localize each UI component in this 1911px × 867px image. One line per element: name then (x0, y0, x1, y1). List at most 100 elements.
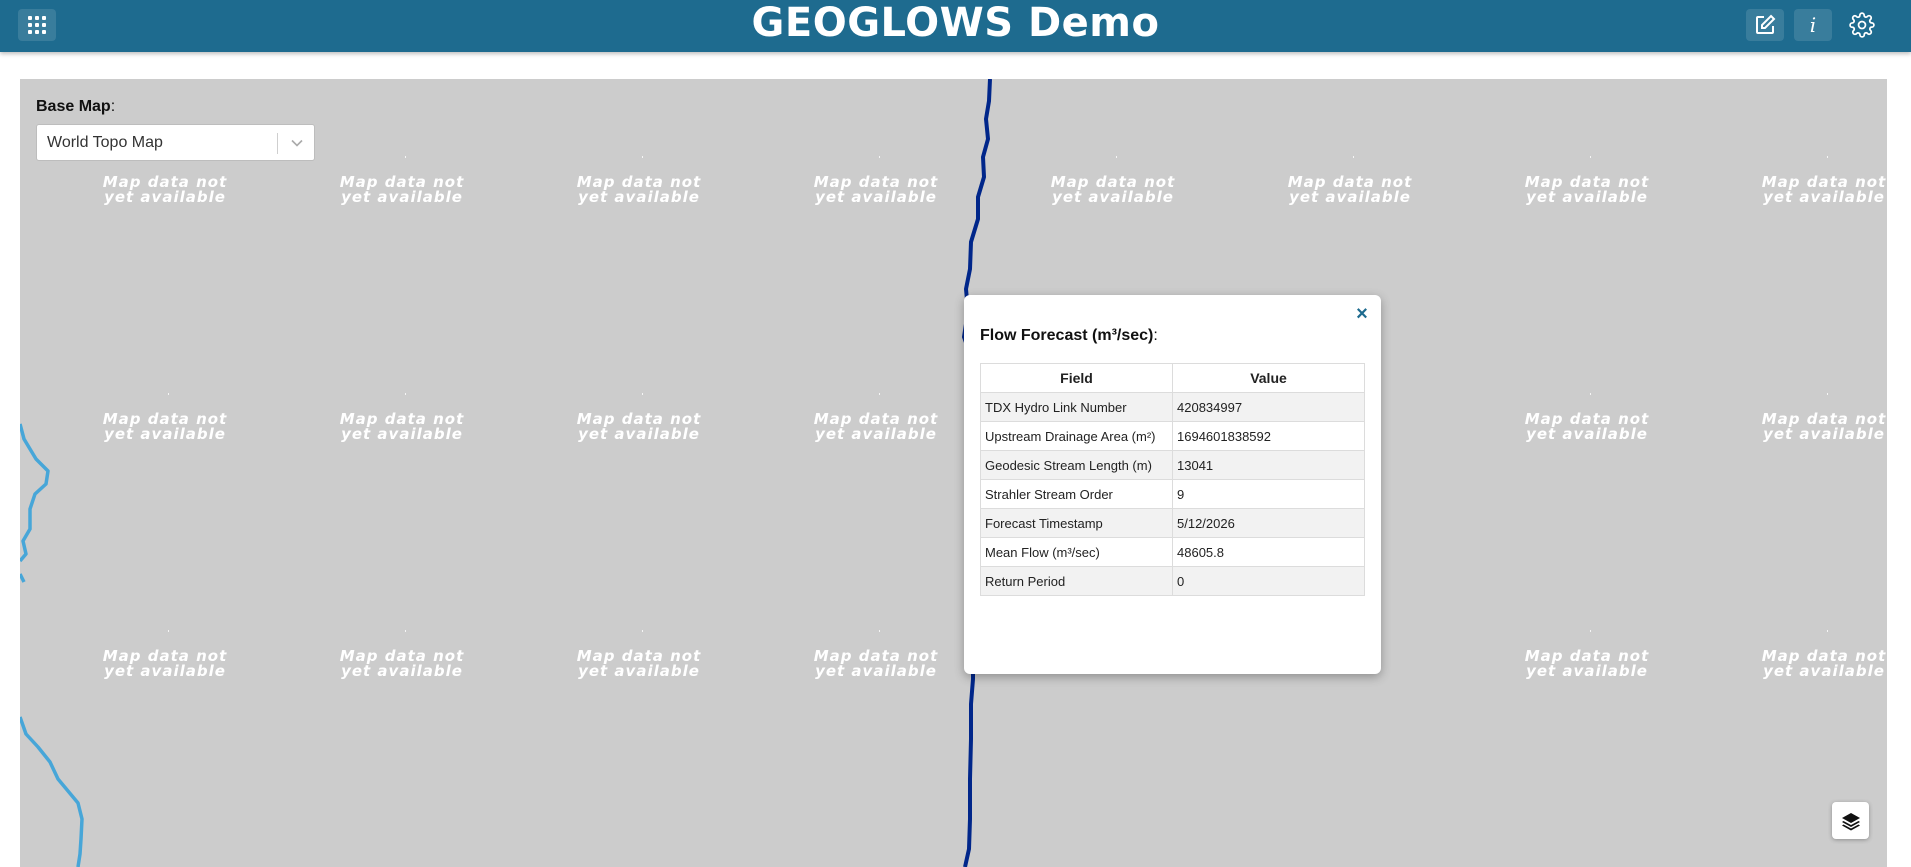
tile-text-line2: yet available (1763, 188, 1885, 206)
value-cell: 9 (1172, 479, 1365, 509)
tile-tick (1827, 156, 1828, 158)
close-popup-button[interactable]: × (1353, 304, 1371, 324)
tile-text-line2: yet available (341, 662, 463, 680)
tributary-upper (20, 423, 50, 563)
map-tile-placeholder: Map data not yet available (1734, 412, 1887, 442)
map-tile-placeholder: Map data not yet available (1260, 175, 1440, 205)
info-icon: i (1809, 13, 1817, 37)
edit-button[interactable] (1746, 9, 1784, 41)
basemap-selected-value: World Topo Map (47, 134, 163, 151)
basemap-label: Base Map: (36, 98, 116, 115)
value-cell: 48605.8 (1172, 537, 1365, 567)
table-row: Strahler Stream Order 9 (980, 479, 1365, 509)
tile-text-line2: yet available (1526, 188, 1648, 206)
field-cell: Mean Flow (m³/sec) (980, 537, 1173, 567)
flow-table: Field Value TDX Hydro Link Number 420834… (980, 363, 1365, 596)
map-tile-placeholder: Map data not yet available (1497, 649, 1677, 679)
map-tile-placeholder: Map data not yet available (312, 175, 492, 205)
field-cell: Geodesic Stream Length (m) (980, 450, 1173, 480)
tile-tick (1116, 156, 1117, 158)
basemap-select[interactable]: World Topo Map (36, 124, 315, 161)
map-tile-placeholder: Map data not yet available (786, 649, 966, 679)
tile-tick (1590, 630, 1591, 632)
tile-text-line2: yet available (815, 188, 937, 206)
layers-button[interactable] (1832, 802, 1869, 839)
map-tile-placeholder: Map data not yet available (75, 649, 255, 679)
tile-text-line2: yet available (1526, 425, 1648, 443)
tile-tick (879, 630, 880, 632)
tile-text-line2: yet available (815, 662, 937, 680)
value-cell: 420834997 (1172, 392, 1365, 422)
value-cell: 1694601838592 (1172, 421, 1365, 451)
field-cell: TDX Hydro Link Number (980, 392, 1173, 422)
map-tile-placeholder: Map data not yet available (1023, 175, 1203, 205)
gear-icon (1849, 12, 1875, 38)
tile-tick (1827, 393, 1828, 395)
tile-text-line2: yet available (1526, 662, 1648, 680)
tile-tick (1590, 156, 1591, 158)
map-tile-placeholder: Map data not yet available (1734, 649, 1887, 679)
tile-text-line2: yet available (104, 188, 226, 206)
map-canvas[interactable]: Base Map: World Topo Map Map data not yet… (20, 79, 1887, 867)
map-tile-placeholder: Map data not yet available (1734, 175, 1887, 205)
tile-text-line2: yet available (104, 425, 226, 443)
tile-tick (642, 156, 643, 158)
map-tile-placeholder: Map data not yet available (312, 649, 492, 679)
tile-text-line2: yet available (1763, 425, 1885, 443)
tile-text-line2: yet available (578, 662, 700, 680)
tile-text-line2: yet available (578, 188, 700, 206)
tile-tick (642, 630, 643, 632)
table-row: Forecast Timestamp 5/12/2026 (980, 508, 1365, 538)
tile-text-line2: yet available (1289, 188, 1411, 206)
tile-tick (642, 393, 643, 395)
tile-text-line2: yet available (1763, 662, 1885, 680)
tile-tick (405, 156, 406, 158)
app-header: GEOGLOWS Demo i (0, 0, 1911, 52)
map-tile-placeholder: Map data not yet available (75, 412, 255, 442)
flow-forecast-popup: × Flow Forecast (m³/sec): Field Value TD… (964, 295, 1381, 674)
tile-text-line2: yet available (341, 188, 463, 206)
table-row: Return Period 0 (980, 566, 1365, 596)
header-field: Field (980, 363, 1173, 393)
select-separator (277, 133, 278, 154)
tile-text-line2: yet available (578, 425, 700, 443)
settings-button[interactable] (1843, 9, 1881, 41)
app-title: GEOGLOWS Demo (751, 0, 1160, 46)
edit-icon (1756, 14, 1776, 34)
map-tile-placeholder: Map data not yet available (786, 175, 966, 205)
map-tile-placeholder: Map data not yet available (1497, 412, 1677, 442)
tile-tick (405, 630, 406, 632)
table-row: Geodesic Stream Length (m) 13041 (980, 450, 1365, 480)
popup-title: Flow Forecast (m³/sec): (980, 327, 1158, 344)
tile-tick (1353, 156, 1354, 158)
tile-tick (1827, 630, 1828, 632)
header-value: Value (1172, 363, 1365, 393)
map-tile-placeholder: Map data not yet available (75, 175, 255, 205)
table-row: TDX Hydro Link Number 420834997 (980, 392, 1365, 422)
table-row: Mean Flow (m³/sec) 48605.8 (980, 537, 1365, 567)
tributary-branch (20, 573, 26, 583)
map-tile-placeholder: Map data not yet available (1497, 175, 1677, 205)
tile-tick (879, 156, 880, 158)
tile-text-line2: yet available (815, 425, 937, 443)
chevron-down-icon[interactable] (290, 136, 304, 150)
info-button[interactable]: i (1794, 9, 1832, 41)
tile-tick (168, 630, 169, 632)
map-tile-placeholder: Map data not yet available (312, 412, 492, 442)
tile-text-line2: yet available (104, 662, 226, 680)
field-cell: Strahler Stream Order (980, 479, 1173, 509)
tile-tick (1590, 393, 1591, 395)
tile-tick (405, 393, 406, 395)
map-tile-placeholder: Map data not yet available (549, 412, 729, 442)
table-header-row: Field Value (980, 363, 1365, 393)
map-tile-placeholder: Map data not yet available (549, 175, 729, 205)
field-cell: Upstream Drainage Area (m²) (980, 421, 1173, 451)
value-cell: 5/12/2026 (1172, 508, 1365, 538)
field-cell: Forecast Timestamp (980, 508, 1173, 538)
tile-text-line2: yet available (1052, 188, 1174, 206)
tributary-lower (20, 716, 84, 867)
tile-tick (879, 393, 880, 395)
tile-text-line2: yet available (341, 425, 463, 443)
value-cell: 0 (1172, 566, 1365, 596)
layers-icon (1841, 812, 1860, 830)
